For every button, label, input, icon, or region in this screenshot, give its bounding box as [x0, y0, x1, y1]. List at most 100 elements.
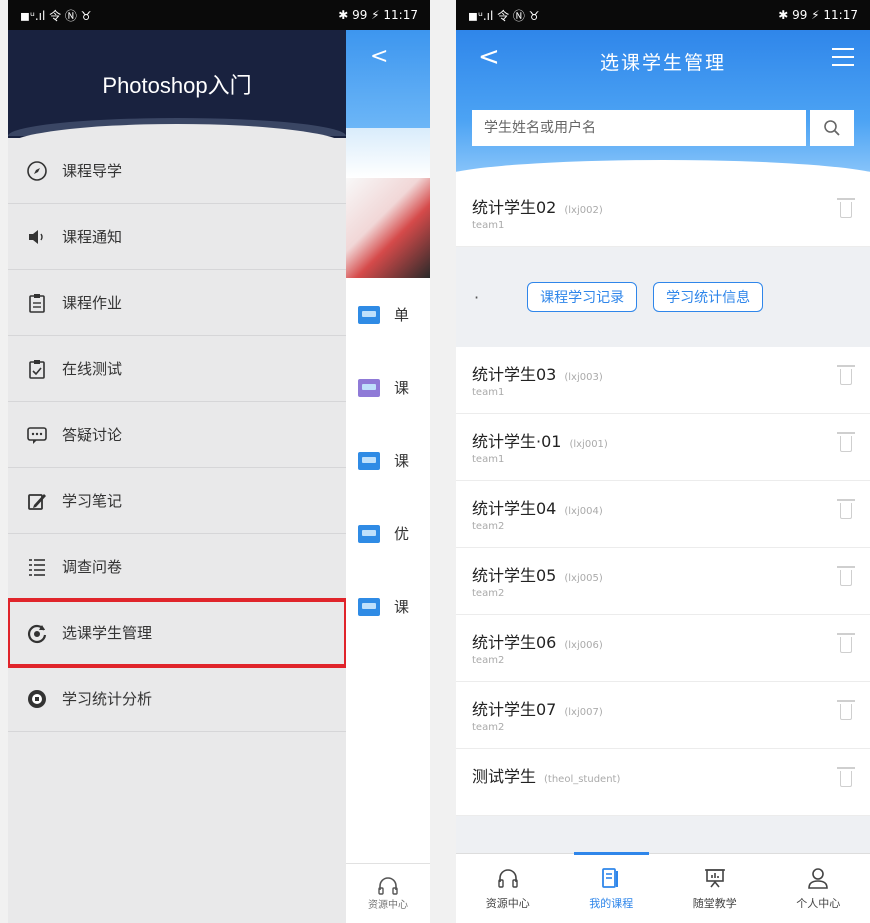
folder-icon [358, 451, 380, 470]
student-name: 统计学生05 [472, 566, 557, 585]
trash-icon[interactable] [837, 198, 855, 218]
student-id: (lxj007) [564, 707, 603, 718]
right-screen: ◼ᵘ.ıl 令 Ⓝ ♉ ✱ 99 ⚡ 11:17 < 选课学生管理 统计学生02… [456, 0, 870, 923]
tab-label: 个人中心 [796, 896, 841, 910]
menu-item[interactable]: 在线测试 [8, 336, 346, 402]
pen-note-icon [26, 490, 48, 512]
banner-image [346, 178, 430, 278]
student-row[interactable]: 统计学生03 (lxj003) team1 [456, 347, 870, 414]
list-item-label: 课 [394, 452, 410, 470]
student-name: 统计学生02 [472, 198, 557, 217]
menu-item[interactable]: 课程导学 [8, 138, 346, 204]
refresh-user-icon [26, 622, 48, 644]
menu-item-label: 学习笔记 [62, 492, 123, 510]
trash-icon[interactable] [837, 499, 855, 519]
tab-4[interactable]: 个人中心 [767, 854, 870, 923]
student-name: 统计学生03 [472, 365, 557, 384]
student-id: (lxj003) [564, 372, 603, 383]
list-item[interactable]: 课 [346, 570, 430, 643]
student-row[interactable]: 统计学生07 (lxj007) team2 [456, 682, 870, 749]
list-item[interactable]: 优 [346, 497, 430, 570]
student-row[interactable]: 统计学生·01 (lxj001) team1 [456, 414, 870, 481]
background-page: < 单课课优课 资源中心 [346, 30, 430, 923]
status-right: ✱ 99 ⚡ 11:17 [778, 8, 858, 22]
tab-1[interactable]: 资源中心 [456, 854, 560, 923]
chat-icon [26, 424, 48, 446]
search-button[interactable] [810, 110, 854, 146]
student-name: 统计学生·01 [472, 432, 562, 451]
book-icon [599, 867, 623, 889]
menu-item[interactable]: 选课学生管理 [8, 598, 348, 668]
student-row[interactable]: 统计学生02 (lxj002) team1 [456, 180, 870, 247]
compass-icon [26, 160, 48, 182]
study-stats-button[interactable]: 学习统计信息 [653, 282, 764, 312]
user-icon [806, 867, 830, 889]
menu-item-label: 课程导学 [62, 162, 123, 180]
student-row[interactable]: 统计学生05 (lxj005) team2 [456, 548, 870, 615]
trash-icon[interactable] [837, 633, 855, 653]
search-bar [472, 110, 854, 146]
page-header: < 选课学生管理 [456, 30, 870, 200]
folder-icon [358, 597, 380, 616]
tab-3[interactable]: 随堂教学 [663, 854, 767, 923]
checklist-icon [26, 358, 48, 380]
study-record-button[interactable]: 课程学习记录 [527, 282, 638, 312]
tab-label: 资源中心 [485, 896, 530, 910]
trash-icon[interactable] [837, 767, 855, 787]
trash-icon[interactable] [837, 365, 855, 385]
list-item-label: 课 [394, 598, 410, 616]
menu-item[interactable]: 调查问卷 [8, 534, 346, 600]
student-team: team2 [472, 722, 505, 733]
folder-icon [358, 305, 380, 324]
student-id: (lxj004) [564, 506, 603, 517]
student-name: 统计学生07 [472, 700, 557, 719]
headphones-icon [378, 877, 398, 895]
menu-item[interactable]: 课程通知 [8, 204, 346, 270]
list-item[interactable]: 单 [346, 278, 430, 351]
menu-item[interactable]: 学习统计分析 [8, 666, 346, 732]
student-team: team2 [472, 521, 505, 532]
drawer-header: Photoshop入门 [8, 30, 346, 138]
tab-label: 随堂教学 [692, 896, 737, 910]
student-id: (lxj006) [564, 640, 603, 651]
speaker-icon [26, 226, 48, 248]
menu-icon[interactable] [832, 48, 854, 72]
student-name: 测试学生 [472, 767, 537, 786]
list-item-label: 单 [394, 306, 410, 324]
board-icon [703, 867, 727, 889]
menu-item[interactable]: 答疑讨论 [8, 402, 346, 468]
trash-icon[interactable] [837, 700, 855, 720]
student-team: team2 [472, 655, 505, 666]
tab-resource-center[interactable]: 资源中心 [346, 863, 430, 923]
menu-item-label: 课程通知 [62, 228, 123, 246]
search-icon [824, 120, 840, 136]
student-row[interactable]: 测试学生 (theol_student) [456, 749, 870, 816]
back-icon[interactable]: < [370, 44, 388, 69]
tab-label: 资源中心 [368, 900, 408, 911]
tab-2[interactable]: 我的课程 [560, 852, 664, 923]
search-input[interactable] [472, 110, 806, 146]
left-screen: ◼ᵘ.ıl 令 Ⓝ ♉ ✱ 99 ⚡ 11:17 Photoshop入门 课程导… [8, 0, 430, 923]
menu-item[interactable]: 学习笔记 [8, 468, 346, 534]
student-row[interactable]: 统计学生06 (lxj006) team2 [456, 615, 870, 682]
student-id: (theol_student) [544, 774, 621, 785]
bottom-tab-bar: 资源中心 我的课程 随堂教学 个人中心 [456, 852, 870, 923]
menu-item-label: 答疑讨论 [62, 426, 123, 444]
student-team: team1 [472, 220, 505, 231]
student-row[interactable]: 统计学生04 (lxj004) team2 [456, 481, 870, 548]
menu-item-label: 课程作业 [62, 294, 123, 312]
status-left: ◼ᵘ.ıl 令 Ⓝ ♉ [468, 8, 540, 23]
list-item-label: 优 [394, 525, 410, 543]
trash-icon[interactable] [837, 432, 855, 452]
list-item[interactable]: 课 [346, 351, 430, 424]
list-item[interactable]: 课 [346, 424, 430, 497]
course-drawer: Photoshop入门 课程导学课程通知课程作业在线测试答疑讨论学习笔记调查问卷… [8, 30, 348, 923]
status-left: ◼ᵘ.ıl 令 Ⓝ ♉ [20, 8, 92, 23]
student-name: 统计学生04 [472, 499, 557, 518]
status-bar: ◼ᵘ.ıl 令 Ⓝ ♉ ✱ 99 ⚡ 11:17 [456, 0, 870, 30]
drawer-title: Photoshop入门 [102, 73, 252, 98]
menu-item[interactable]: 课程作业 [8, 270, 346, 336]
chart-circle-icon [26, 688, 48, 710]
headphones-icon [496, 867, 520, 889]
trash-icon[interactable] [837, 566, 855, 586]
